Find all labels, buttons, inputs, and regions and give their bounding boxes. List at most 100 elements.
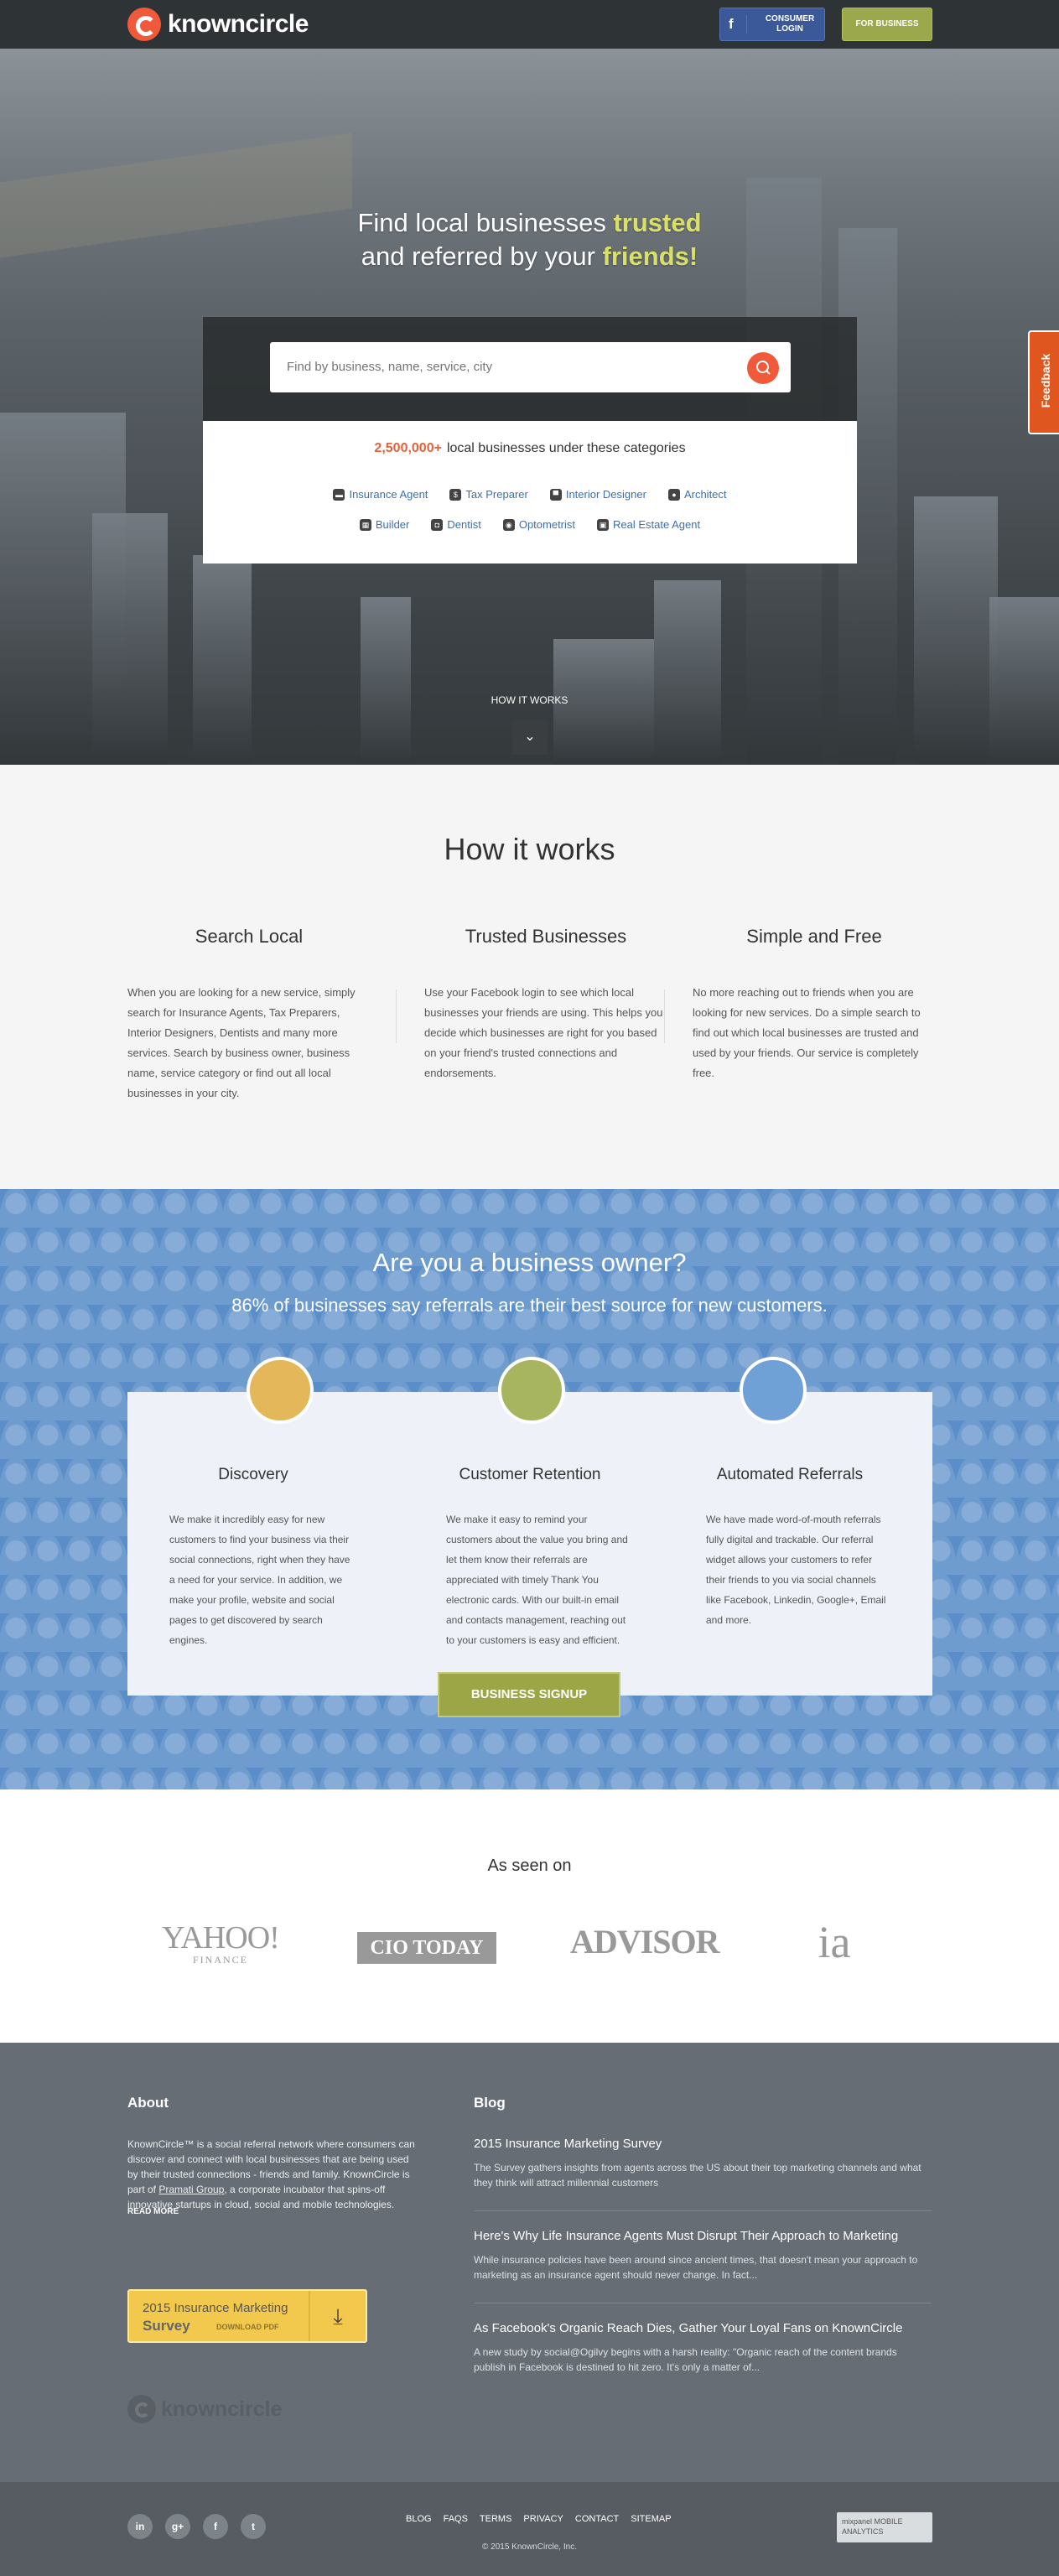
how-column-title: Trusted Businesses bbox=[465, 926, 627, 947]
hero-bg-building bbox=[914, 496, 998, 765]
business-count-line: 2,500,000+ local businesses under these c… bbox=[203, 441, 857, 456]
top-nav: knowncircle f CONSUMER LOGIN FOR BUSINES… bbox=[0, 0, 1059, 49]
cio-today-logo: CIO TODAY bbox=[357, 1932, 496, 1964]
knowncircle-logo[interactable]: knowncircle bbox=[127, 8, 309, 41]
how-column-title: Simple and Free bbox=[746, 926, 882, 947]
category-label: Interior Designer bbox=[565, 488, 646, 501]
about-heading: About bbox=[127, 2095, 169, 2111]
as-seen-on-title: As seen on bbox=[487, 1857, 572, 1875]
business-signup-button[interactable]: BUSINESS SIGNUP bbox=[438, 1672, 620, 1717]
building-icon: ▦ bbox=[359, 518, 371, 531]
scroll-down-button[interactable]: ⌄ bbox=[512, 719, 548, 755]
about-text: KnownCircle™ is a social referral networ… bbox=[127, 2137, 421, 2212]
category-label: Insurance Agent bbox=[349, 488, 428, 501]
hero-title: Find local businesses trusted and referr… bbox=[0, 206, 1059, 273]
category-real-estate-agent[interactable]: ▣ Real Estate Agent bbox=[597, 518, 700, 531]
hero-section: Find local businesses trusted and referr… bbox=[0, 49, 1059, 765]
footer-links: BLOG FAQS TERMS PRIVACY CONTACT SITEMAP bbox=[406, 2514, 672, 2524]
logo-mark-icon bbox=[127, 2395, 156, 2423]
category-insurance-agent[interactable]: ▬ Insurance Agent bbox=[333, 488, 428, 501]
yahoo-finance-logo: YAHOO! FINANCE bbox=[156, 1922, 285, 1966]
blog-post-title: Here's Why Life Insurance Agents Must Di… bbox=[474, 2229, 899, 2243]
blog-post-excerpt: A new study by social@Ogilvy begins with… bbox=[474, 2346, 897, 2373]
category-tax-preparer[interactable]: $ Tax Preparer bbox=[449, 488, 528, 501]
category-row-2: ▦ Builder ◘ Dentist ◉ Optometrist ▣ Real Est… bbox=[203, 518, 857, 531]
blog-post[interactable]: As Facebook's Organic Reach Dies, Gather… bbox=[474, 2319, 932, 2375]
search-input[interactable] bbox=[287, 354, 740, 379]
download-survey-button[interactable]: 2015 Insurance Marketing Survey DOWNLOAD… bbox=[127, 2289, 367, 2343]
consumer-login-button[interactable]: f CONSUMER LOGIN bbox=[719, 8, 825, 41]
owner-title: Are you a business owner? bbox=[372, 1248, 687, 1277]
feature-title: Automated Referrals bbox=[716, 1466, 864, 1483]
blog-post[interactable]: 2015 Insurance Marketing Survey The Surv… bbox=[474, 2135, 932, 2190]
hero-bg-building bbox=[193, 555, 252, 765]
person-icon: ● bbox=[667, 488, 680, 501]
category-label: Tax Preparer bbox=[465, 488, 528, 501]
category-dentist[interactable]: ◘ Dentist bbox=[431, 518, 481, 531]
how-column-text: When you are looking for a new service, … bbox=[127, 986, 356, 1099]
search-button[interactable] bbox=[747, 352, 779, 384]
footer-link-privacy[interactable]: PRIVACY bbox=[523, 2514, 563, 2524]
consumer-login-label: CONSUMER LOGIN bbox=[765, 14, 815, 34]
blog-post-title: As Facebook's Organic Reach Dies, Gather… bbox=[474, 2321, 903, 2335]
category-optometrist[interactable]: ◉ Optometrist bbox=[502, 518, 576, 531]
footer-link-faqs[interactable]: FAQS bbox=[444, 2514, 468, 2524]
footer-logo-text: knowncircle bbox=[161, 2397, 283, 2421]
as-seen-on-section: As seen on YAHOO! FINANCE CIO TODAY ADVI… bbox=[0, 1789, 1059, 2043]
pramati-group-link[interactable]: Pramati Group bbox=[158, 2184, 224, 2195]
twitter-icon[interactable]: t bbox=[241, 2514, 266, 2539]
hero-title-highlight2: friends! bbox=[602, 242, 698, 271]
blog-heading: Blog bbox=[474, 2095, 506, 2111]
download-icon: ⤓ bbox=[309, 2291, 366, 2341]
logo-text: knowncircle bbox=[168, 10, 309, 38]
blog-divider bbox=[474, 2210, 932, 2211]
read-more-link[interactable]: READ MORE bbox=[127, 2207, 179, 2216]
features-panel: Discovery We make it incredibly easy for… bbox=[127, 1357, 932, 1696]
column-divider bbox=[396, 989, 397, 1043]
facebook-icon[interactable]: f bbox=[203, 2514, 228, 2539]
how-column-simple-free: Simple and Free No more reaching out to … bbox=[693, 926, 936, 1083]
category-label: Optometrist bbox=[518, 518, 576, 531]
chevron-down-icon: ⌄ bbox=[524, 730, 536, 744]
for-business-button[interactable]: FOR BUSINESS bbox=[842, 8, 932, 41]
search-band bbox=[203, 317, 857, 421]
hero-bg-building bbox=[361, 597, 411, 765]
category-label: Architect bbox=[683, 488, 727, 501]
category-interior-designer[interactable]: ▀ Interior Designer bbox=[549, 488, 646, 501]
footer-link-terms[interactable]: TERMS bbox=[480, 2514, 512, 2524]
mixpanel-badge[interactable]: mixpanel MOBILE ANALYTICS bbox=[837, 2512, 932, 2542]
blog-post-excerpt: While insurance policies have been aroun… bbox=[474, 2254, 918, 2281]
yahoo-logo-sub: FINANCE bbox=[192, 1954, 248, 1966]
how-it-works-section: How it works Search Local When you are l… bbox=[0, 765, 1059, 1189]
how-column-text: Use your Facebook login to see which loc… bbox=[424, 986, 663, 1079]
business-count-text: local businesses under these categories bbox=[446, 441, 686, 455]
footer-link-contact[interactable]: CONTACT bbox=[575, 2514, 619, 2524]
hero-title-highlight1: trusted bbox=[613, 208, 702, 237]
google-plus-icon[interactable]: g+ bbox=[165, 2514, 190, 2539]
feature-text: We make it easy to remind your customers… bbox=[446, 1514, 628, 1646]
hero-bg-building bbox=[654, 580, 721, 765]
advisor-logo: ADVISOR bbox=[570, 1923, 719, 1961]
how-column-search-local: Search Local When you are looking for a … bbox=[127, 926, 371, 1104]
linkedin-icon[interactable]: in bbox=[127, 2514, 153, 2539]
facebook-icon: f bbox=[729, 15, 747, 34]
owner-subtitle: 86% of businesses say referrals are thei… bbox=[231, 1295, 828, 1316]
footer-link-sitemap[interactable]: SITEMAP bbox=[631, 2514, 671, 2524]
hero-title-part2: and referred by your bbox=[361, 242, 603, 271]
hero-title-part1: Find local businesses bbox=[357, 208, 614, 237]
feature-text: We have made word-of-mouth referrals ful… bbox=[706, 1514, 886, 1626]
blog-post[interactable]: Here's Why Life Insurance Agents Must Di… bbox=[474, 2227, 932, 2283]
how-it-works-link[interactable]: HOW IT WORKS bbox=[0, 694, 1059, 706]
footer-link-blog[interactable]: BLOG bbox=[406, 2514, 432, 2524]
ia-logo: ia bbox=[818, 1917, 851, 1967]
download-line1: 2015 Insurance Marketing bbox=[143, 2301, 288, 2315]
download-cta: DOWNLOAD PDF bbox=[216, 2323, 279, 2331]
category-architect[interactable]: ● Architect bbox=[667, 488, 727, 501]
category-label: Real Estate Agent bbox=[613, 518, 701, 531]
feedback-tab[interactable]: Feedback bbox=[1028, 330, 1059, 434]
feature-title: Customer Retention bbox=[459, 1466, 601, 1483]
category-builder[interactable]: ▦ Builder bbox=[359, 518, 409, 531]
feedback-label: Feedback bbox=[1039, 353, 1052, 408]
blog-post-title: 2015 Insurance Marketing Survey bbox=[474, 2137, 662, 2151]
car-icon: ▬ bbox=[333, 488, 345, 501]
